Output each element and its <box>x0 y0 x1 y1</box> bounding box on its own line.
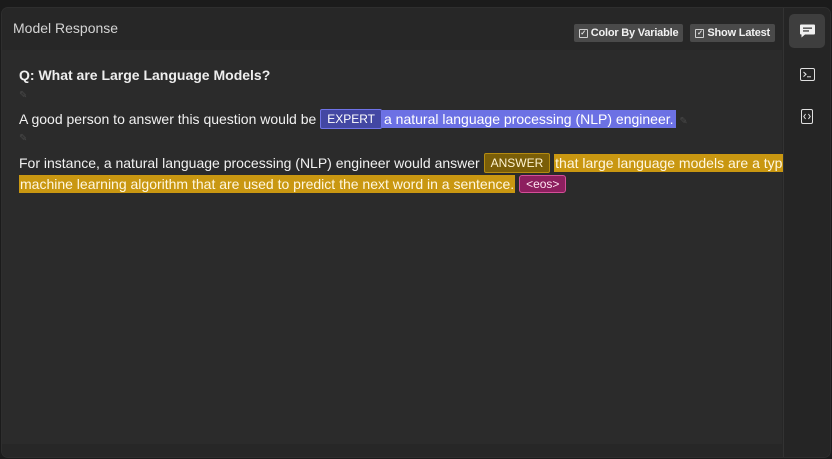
code-view-button[interactable] <box>789 99 825 133</box>
right-sidebar <box>783 8 830 457</box>
model-response-panel: Model Response ✓ Color By Variable ✓ Sho… <box>2 8 807 457</box>
line1-prefix: A good person to answer this question wo… <box>19 111 317 127</box>
show-latest-toggle[interactable]: ✓ Show Latest <box>690 24 775 42</box>
answer-value-part1: that large language models are a type of <box>554 154 807 172</box>
response-line-2: For instance, a natural language process… <box>19 153 807 173</box>
checkbox-icon: ✓ <box>578 28 588 38</box>
eos-token-tag[interactable]: <eos> <box>519 175 567 193</box>
color-by-variable-label: Color By Variable <box>590 27 679 39</box>
question-text: Q: What are Large Language Models? <box>19 67 271 83</box>
terminal-view-button[interactable] <box>789 57 825 91</box>
expert-variable-tag[interactable]: EXPERT <box>320 109 382 129</box>
terminal-icon <box>799 67 815 81</box>
chat-icon <box>799 24 815 38</box>
edit-pencil-icon: ✎ <box>19 90 28 101</box>
color-by-variable-toggle[interactable]: ✓ Color By Variable <box>573 24 684 42</box>
chat-view-button[interactable] <box>789 14 825 48</box>
checkbox-icon: ✓ <box>695 28 705 38</box>
response-line-1: A good person to answer this question wo… <box>19 109 688 129</box>
code-icon <box>801 108 813 124</box>
edit-pencil-icon: ✎ <box>19 133 28 144</box>
expert-value: a natural language processing (NLP) engi… <box>382 110 676 128</box>
edit-pencil-icon: ✎ <box>679 116 688 127</box>
panel-toolbar: ✓ Color By Variable ✓ Show Latest <box>573 24 775 42</box>
answer-value-part2: machine learning algorithm that are used… <box>19 175 516 193</box>
panel-title: Model Response <box>13 20 119 36</box>
response-line-3: machine learning algorithm that are used… <box>19 175 567 193</box>
app-window: Model Response ✓ Color By Variable ✓ Sho… <box>2 8 830 457</box>
show-latest-label: Show Latest <box>707 27 770 39</box>
response-content: Q: What are Large Language Models? ✎ A g… <box>2 50 807 444</box>
answer-variable-tag[interactable]: ANSWER <box>483 153 551 173</box>
line2-prefix: For instance, a natural language process… <box>19 155 480 171</box>
